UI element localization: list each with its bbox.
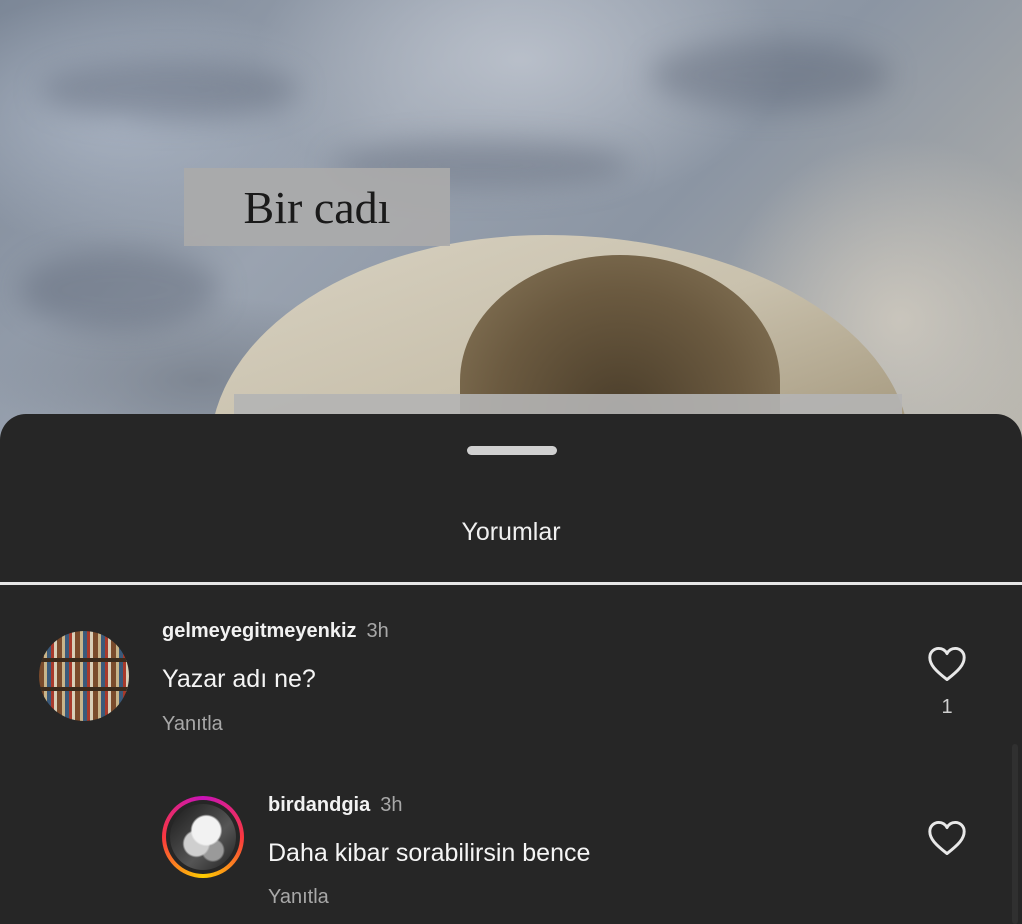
comments-sheet: Yorumlar gelmeyegitmeyenkiz 3h Yazar adı …	[0, 414, 1022, 924]
comment-username[interactable]: birdandgia	[268, 794, 370, 816]
fabric-fold	[40, 60, 300, 120]
fabric-fold	[20, 250, 220, 330]
drag-handle[interactable]	[467, 446, 557, 455]
comment-author[interactable]: birdandgia 3h	[268, 794, 402, 817]
avatar-ring-gap	[166, 800, 240, 874]
heart-icon[interactable]	[927, 646, 967, 682]
like-count: 1	[941, 696, 953, 718]
heart-icon[interactable]	[927, 820, 967, 856]
reply-button[interactable]: Yanıtla	[162, 713, 223, 736]
comment-username[interactable]: gelmeyegitmeyenkiz	[162, 620, 357, 642]
story-photo: Bir cadı	[0, 0, 1022, 440]
divider	[0, 582, 1022, 585]
story-caption: Bir cadı	[184, 168, 450, 246]
comment-text: Yazar adı ne?	[162, 665, 316, 693]
bookshelf-avatar-icon[interactable]	[39, 631, 129, 721]
sheet-title: Yorumlar	[461, 518, 561, 546]
comment-text: Daha kibar sorabilirsin bence	[268, 839, 591, 867]
comment-time: 3h	[366, 620, 389, 642]
comment-time: 3h	[380, 794, 403, 816]
comment-author[interactable]: gelmeyegitmeyenkiz 3h	[162, 620, 389, 643]
reply-button[interactable]: Yanıtla	[268, 886, 329, 909]
scrollbar[interactable]	[1012, 744, 1018, 924]
fabric-fold	[650, 40, 890, 110]
story-ring-avatar-icon[interactable]	[162, 796, 244, 878]
story-caption-text: Bir cadı	[243, 181, 391, 233]
avatar-image	[170, 804, 236, 870]
